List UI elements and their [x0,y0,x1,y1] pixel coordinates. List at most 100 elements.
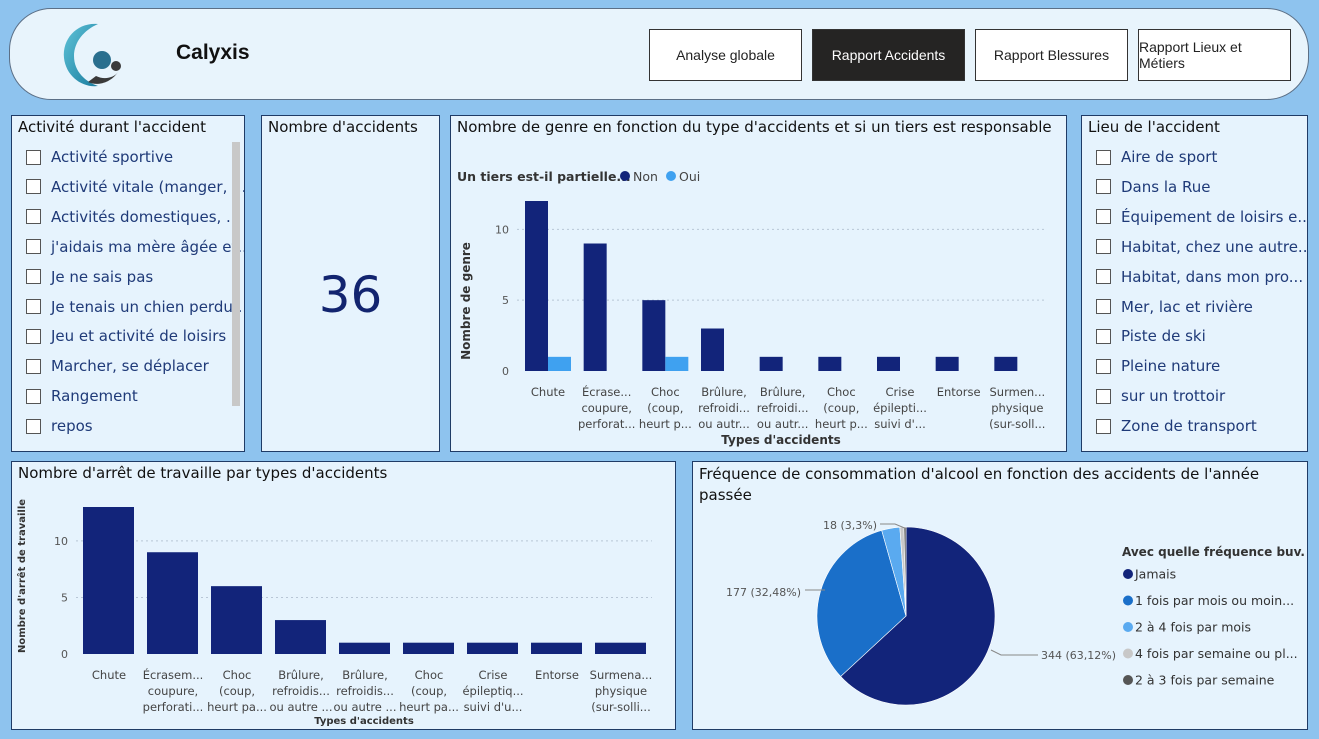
checkbox[interactable] [1096,358,1111,374]
checkbox[interactable] [1096,388,1111,404]
checkbox[interactable] [26,209,41,225]
activity-slicer-item[interactable]: Activité vitale (manger, ... [26,178,244,196]
bar[interactable] [759,356,783,371]
activity-slicer-item-label: j'aidais ma mère âgée et... [51,237,245,256]
nav-rapport-blessures-button[interactable]: Rapport Blessures [975,29,1128,81]
bar[interactable] [403,642,454,654]
checkbox[interactable] [1096,418,1111,434]
legend-marker [1123,675,1133,685]
calyxis-logo-icon [63,23,121,87]
activity-slicer-item[interactable]: j'aidais ma mère âgée et... [26,237,245,256]
location-slicer-item[interactable]: Habitat, dans mon pro... [1096,268,1303,286]
bar[interactable] [83,507,134,654]
bar[interactable] [935,356,959,371]
checkbox[interactable] [26,418,41,434]
location-slicer-item[interactable]: Zone de transport [1096,417,1257,435]
app-title: Calyxis [176,41,250,64]
legend-label[interactable]: 4 fois par semaine ou pl... [1135,646,1298,661]
x-tick-label: Entorse [535,668,579,682]
location-slicer-item[interactable]: Dans la Rue [1096,178,1210,196]
activity-slicer-item[interactable]: Rangement [26,387,138,405]
checkbox[interactable] [26,239,41,255]
work-stoppage-chart[interactable]: 0 5 10 Chute Écrasem... coupure, perforati... C… [12,462,674,728]
location-slicer-item[interactable]: Équipement de loisirs e... [1096,208,1307,226]
activity-slicer-item[interactable]: Jeu et activité de loisirs [26,327,226,345]
activity-slicer-scrollbar[interactable] [232,142,240,406]
checkbox[interactable] [26,269,41,285]
alcohol-frequency-pie-chart[interactable]: 344 (63,12%) 177 (32,48%) 18 (3,3%) Avec qu… [693,462,1306,728]
legend-label[interactable]: 2 à 3 fois par semaine [1135,673,1275,688]
checkbox[interactable] [1096,299,1111,314]
location-slicer-item-label: Pleine nature [1121,357,1221,376]
checkbox[interactable] [26,388,41,404]
activity-slicer-item[interactable]: Activité sportive [26,148,173,166]
activity-slicer-item-label: Activités domestiques, ... [51,207,241,226]
bar[interactable] [147,552,198,654]
bar[interactable] [994,356,1018,371]
checkbox[interactable] [1096,239,1111,255]
checkbox[interactable] [26,299,41,314]
checkbox[interactable] [1096,269,1111,285]
checkbox[interactable] [1096,209,1111,225]
work-stoppage-chart-panel: Nombre d'arrêt de travaille par types d'… [11,461,676,730]
checkbox[interactable] [1096,179,1111,195]
activity-slicer-item[interactable]: Je ne sais pas [26,268,153,286]
location-slicer-item[interactable]: Piste de ski [1096,327,1206,345]
bar[interactable] [211,586,262,654]
location-slicer-title: Lieu de l'accident [1088,118,1220,136]
x-tick-label: Crise [885,385,914,399]
bar[interactable] [877,356,900,371]
legend-marker [1123,622,1133,632]
activity-slicer-item[interactable]: Je tenais un chien perdu... [26,298,244,316]
bar[interactable] [595,642,646,654]
x-tick-label: perforati... [143,700,204,714]
location-slicer: Lieu de l'accident Aire de sport Dans la … [1081,115,1308,452]
checkbox[interactable] [26,358,41,374]
checkbox[interactable] [26,179,41,195]
checkbox[interactable] [26,328,41,344]
location-slicer-item[interactable]: Aire de sport [1096,148,1217,166]
checkbox[interactable] [1096,149,1111,165]
legend-marker [1123,595,1133,606]
bar[interactable] [583,243,607,372]
x-tick-label: suivi d'u... [464,700,523,714]
gender-by-accident-chart[interactable]: Un tiers est-il partielle... Non Oui 0 5 10 Ch… [451,116,1065,450]
bar[interactable] [275,620,326,654]
legend-label[interactable]: Jamais [1134,567,1176,582]
activity-slicer-item[interactable]: repos [26,417,93,435]
bar[interactable] [665,356,689,371]
x-tick-label: (coup, [219,684,255,698]
checkbox[interactable] [26,149,41,165]
bar[interactable] [531,642,582,654]
nav-analyse-globale-button[interactable]: Analyse globale [649,29,802,81]
checkbox[interactable] [1096,328,1111,344]
bar[interactable] [701,328,724,372]
bar[interactable] [339,642,390,654]
activity-slicer-item-label: Activité sportive [51,148,174,166]
location-slicer-item[interactable]: Pleine nature [1096,357,1220,375]
bar[interactable] [467,642,518,654]
legend-label[interactable]: 1 fois par mois ou moin... [1135,593,1294,608]
gender-by-accident-chart-panel: Nombre de genre en fonction du type d'ac… [450,115,1067,452]
x-tick-label: refroidi... [698,401,750,415]
x-tick-label: ou autr... [757,417,808,431]
kpi-title: Nombre d'accidents [268,118,418,136]
x-tick-label: Choc [415,668,444,682]
location-slicer-item[interactable]: sur un trottoir [1096,387,1225,405]
legend-label[interactable]: Non [633,169,658,184]
x-tick-label: refroidi... [757,401,809,415]
x-tick-label: physique [991,401,1043,415]
location-slicer-item[interactable]: Habitat, chez une autre... [1096,238,1307,256]
nav-rapport-accidents-button[interactable]: Rapport Accidents [812,29,965,81]
activity-slicer-item[interactable]: Activités domestiques, ... [26,208,240,226]
bar[interactable] [525,201,548,371]
bar[interactable] [548,356,571,371]
bar[interactable] [642,300,666,371]
nav-rapport-lieux-metiers-button[interactable]: Rapport Lieux et Métiers [1138,29,1291,81]
location-slicer-item[interactable]: Mer, lac et rivière [1096,298,1253,316]
bar[interactable] [818,356,842,371]
legend-marker [1123,648,1133,659]
activity-slicer-item[interactable]: Marcher, se déplacer [26,357,209,375]
legend-label[interactable]: 2 à 4 fois par mois [1135,620,1251,635]
legend-label[interactable]: Oui [679,169,700,184]
